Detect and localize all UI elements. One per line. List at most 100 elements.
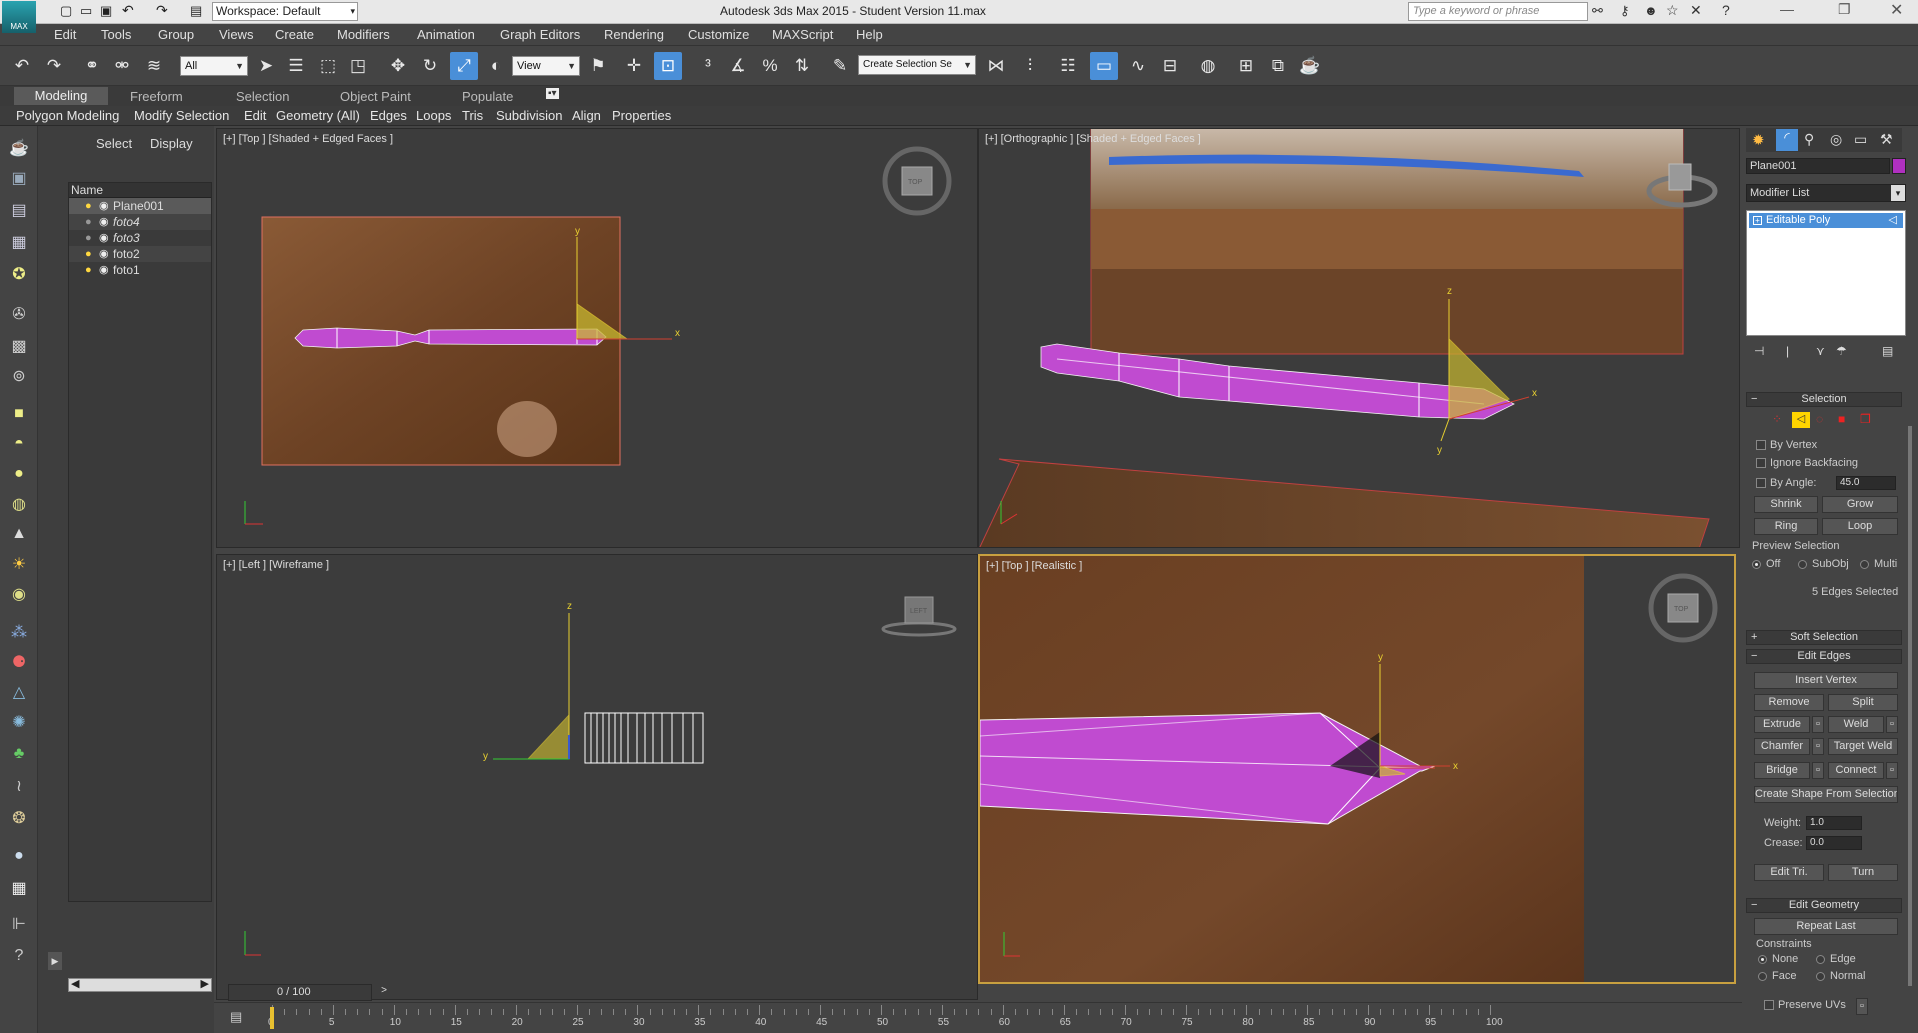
hierarchy-tab-icon[interactable]: ⚲ bbox=[1804, 131, 1814, 148]
menu-customize[interactable]: Customize bbox=[688, 27, 749, 42]
window-crossing-icon[interactable]: ◳ bbox=[344, 52, 372, 80]
rendered-frame-window-icon[interactable]: ⧉ bbox=[1264, 52, 1292, 80]
scroll-left-icon[interactable]: ◀ bbox=[71, 977, 79, 990]
select-and-rotate-icon[interactable]: ↻ bbox=[416, 52, 444, 80]
viewport-left[interactable]: [+] [Left ] [Wireframe ] z y LEFT bbox=[216, 554, 978, 1000]
light-bulb-off-icon[interactable]: ● bbox=[85, 214, 92, 230]
schematic-view-icon[interactable]: ⊟ bbox=[1156, 52, 1184, 80]
plant-icon[interactable]: ♣ bbox=[6, 742, 32, 766]
pyramid-icon[interactable]: △ bbox=[6, 680, 32, 704]
menu-modifiers[interactable]: Modifiers bbox=[337, 27, 390, 42]
light-bulb-icon[interactable]: ✪ bbox=[6, 262, 32, 286]
chamfer-settings-icon[interactable]: ▫ bbox=[1812, 738, 1824, 755]
scene-row[interactable]: ● ◉ foto4 bbox=[69, 214, 211, 230]
menu-rendering[interactable]: Rendering bbox=[604, 27, 664, 42]
select-and-scale-icon[interactable]: ⤢ bbox=[450, 52, 478, 80]
geosphere-icon[interactable]: ◍ bbox=[6, 492, 32, 516]
create-tab-icon[interactable]: ✹ bbox=[1752, 131, 1765, 149]
command-panel-scrollbar[interactable] bbox=[1908, 426, 1912, 986]
ribbon-geometry-all[interactable]: Geometry (All) bbox=[276, 108, 360, 123]
project-folder-icon[interactable]: ▤ bbox=[190, 3, 202, 19]
mirror-icon[interactable]: ⋈ bbox=[982, 52, 1010, 80]
menu-maxscript[interactable]: MAXScript bbox=[772, 27, 833, 42]
snaps-toggle-icon[interactable]: ³ bbox=[694, 52, 722, 80]
select-object-icon[interactable]: ➤ bbox=[252, 52, 280, 80]
projector-icon[interactable]: ⊚ bbox=[6, 364, 32, 388]
ball-icon[interactable]: ◉ bbox=[6, 582, 32, 606]
tab-display[interactable]: Display bbox=[150, 136, 193, 151]
by-angle-checkbox[interactable] bbox=[1756, 478, 1766, 488]
target-weld-button[interactable]: Target Weld bbox=[1828, 738, 1898, 755]
display-tab-icon[interactable]: ▭ bbox=[1854, 131, 1867, 148]
preserve-uvs-settings-icon[interactable]: ▫ bbox=[1856, 998, 1868, 1015]
visibility-icon[interactable]: ◉ bbox=[99, 198, 109, 214]
undo-icon[interactable]: ↶ bbox=[122, 2, 134, 19]
pin-stack-icon[interactable]: ⊣ bbox=[1754, 344, 1764, 358]
preserve-uvs-checkbox[interactable] bbox=[1764, 1000, 1774, 1010]
selection-filter-dropdown[interactable]: All ▼ bbox=[180, 56, 248, 76]
dome-icon[interactable]: ◓ bbox=[6, 432, 32, 456]
chamfer-button[interactable]: Chamfer bbox=[1754, 738, 1810, 755]
list-icon[interactable]: ▤ bbox=[6, 198, 32, 222]
curve-editor-icon[interactable]: ∿ bbox=[1124, 52, 1152, 80]
vertex-mode-icon[interactable]: ⁘ bbox=[1772, 412, 1782, 426]
edge-mode-icon[interactable]: ◁ bbox=[1792, 412, 1810, 428]
menu-views[interactable]: Views bbox=[219, 27, 253, 42]
stack-item-editable-poly[interactable]: + Editable Poly ◁ bbox=[1749, 213, 1903, 228]
bind-space-warp-icon[interactable]: ≋ bbox=[140, 52, 168, 80]
teapot-icon[interactable]: ☕ bbox=[6, 136, 32, 160]
visibility-icon[interactable]: ◉ bbox=[99, 262, 109, 278]
layer-manager-icon[interactable]: ☷ bbox=[1054, 52, 1082, 80]
scene-list-scrollbar[interactable]: ◀ ▶ bbox=[68, 978, 212, 992]
binoculars-icon[interactable]: ⚯ bbox=[1592, 3, 1603, 19]
particles-icon[interactable]: ⁂ bbox=[6, 620, 32, 644]
current-frame-marker[interactable] bbox=[270, 1007, 274, 1029]
visibility-icon[interactable]: ◉ bbox=[99, 246, 109, 262]
remove-button[interactable]: Remove bbox=[1754, 694, 1824, 711]
grow-button[interactable]: Grow bbox=[1822, 496, 1898, 513]
preview-subobj-radio[interactable] bbox=[1798, 560, 1807, 569]
new-file-icon[interactable]: ▢ bbox=[60, 3, 72, 19]
timeline-config-icon[interactable]: ▤ bbox=[230, 1009, 242, 1025]
insert-vertex-button[interactable]: Insert Vertex bbox=[1754, 672, 1898, 689]
make-unique-icon[interactable]: ⋎ bbox=[1816, 344, 1825, 358]
object-name-field[interactable]: Plane001 bbox=[1746, 158, 1890, 174]
light-bulb-off-icon[interactable]: ● bbox=[85, 230, 92, 246]
render-setup-icon[interactable]: ⊞ bbox=[1232, 52, 1260, 80]
ribbon-loops[interactable]: Loops bbox=[416, 108, 451, 123]
ribbon-tris[interactable]: Tris bbox=[462, 108, 483, 123]
undo-icon[interactable]: ↶ bbox=[8, 52, 36, 80]
crease-spinner[interactable]: 0.0 bbox=[1806, 836, 1862, 850]
pivot-center-icon[interactable]: ⚑ bbox=[584, 52, 612, 80]
menu-help[interactable]: Help bbox=[856, 27, 883, 42]
next-frame-icon[interactable]: > bbox=[381, 985, 387, 996]
weight-spinner[interactable]: 1.0 bbox=[1806, 816, 1862, 830]
viewport-top[interactable]: [+] [Top ] [Shaded + Edged Faces ] y x T… bbox=[216, 128, 978, 548]
tab-populate[interactable]: Populate bbox=[462, 89, 513, 104]
time-slider[interactable]: 0 / 100 > bbox=[228, 984, 387, 1001]
reference-coordinate-dropdown[interactable]: View ▼ bbox=[512, 56, 580, 76]
extrude-settings-icon[interactable]: ▫ bbox=[1812, 716, 1824, 733]
constraint-face-radio[interactable] bbox=[1758, 972, 1767, 981]
scene-row[interactable]: ● ◉ Plane001 bbox=[69, 198, 211, 214]
molecule-icon[interactable]: ⚈ bbox=[6, 650, 32, 674]
light-bulb-on-icon[interactable]: ● bbox=[85, 246, 92, 262]
percent-snap-icon[interactable]: % bbox=[756, 52, 784, 80]
visibility-icon[interactable]: ◉ bbox=[99, 214, 109, 230]
visibility-icon[interactable]: ◉ bbox=[99, 230, 109, 246]
link-icon[interactable]: ⚭ bbox=[78, 52, 106, 80]
scroll-right-icon[interactable]: ▶ bbox=[201, 977, 209, 990]
select-and-move-icon[interactable]: ✥ bbox=[384, 52, 412, 80]
motion-tab-icon[interactable]: ◎ bbox=[1830, 131, 1842, 148]
create-shape-button[interactable]: Create Shape From Selection bbox=[1754, 786, 1898, 803]
select-by-name-icon[interactable]: ☰ bbox=[282, 52, 310, 80]
show-end-result-icon[interactable]: | bbox=[1786, 344, 1789, 358]
ribbon-polygon-modeling[interactable]: Polygon Modeling bbox=[16, 108, 119, 123]
preview-multi-radio[interactable] bbox=[1860, 560, 1869, 569]
named-selection-set-dropdown[interactable]: Create Selection Se ▼ bbox=[858, 55, 976, 75]
by-vertex-checkbox[interactable] bbox=[1756, 440, 1766, 450]
material-editor-icon[interactable]: ◍ bbox=[1194, 52, 1222, 80]
render-icon[interactable]: ▣ bbox=[6, 166, 32, 190]
menu-create[interactable]: Create bbox=[275, 27, 314, 42]
help-icon[interactable]: ? bbox=[1722, 2, 1730, 18]
